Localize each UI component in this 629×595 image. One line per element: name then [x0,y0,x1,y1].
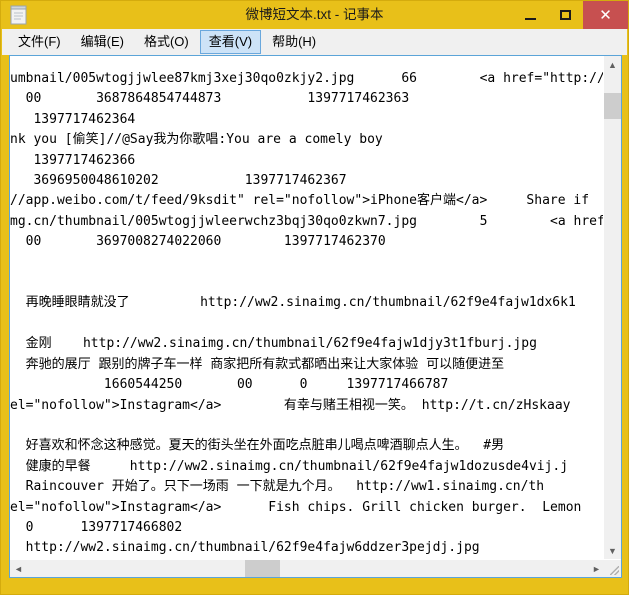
horizontal-scrollbar[interactable]: ◄ ► [10,559,621,577]
menu-item-format[interactable]: 格式(O) [135,30,198,54]
horizontal-scroll-thumb[interactable] [245,560,280,577]
menu-item-view[interactable]: 查看(V) [199,30,262,54]
scroll-left-arrow-icon[interactable]: ◄ [10,560,27,577]
menu-item-help[interactable]: 帮助(H) [263,30,325,54]
title-bar[interactable]: 微博短文本.txt - 记事本 ✕ [1,1,628,29]
menu-item-edit[interactable]: 编辑(E) [72,30,133,54]
close-button[interactable]: ✕ [583,1,628,29]
resize-grip-icon[interactable] [605,560,621,577]
window-controls: ✕ [513,1,628,29]
maximize-icon [560,10,571,20]
vertical-scroll-thumb[interactable] [604,93,621,119]
notepad-icon [10,5,28,25]
vertical-scrollbar[interactable]: ▲ ▼ [603,56,621,559]
scroll-down-arrow-icon[interactable]: ▼ [604,542,621,559]
scroll-up-arrow-icon[interactable]: ▲ [604,56,621,73]
horizontal-scroll-track[interactable] [27,560,588,577]
text-editor-area[interactable]: umbnail/005wtogjjwlee87kmj3xej30qo0zkjy2… [10,56,603,559]
maximize-button[interactable] [548,1,583,29]
vertical-scroll-track[interactable] [604,73,621,542]
menu-bar: 文件(F) 编辑(E) 格式(O) 查看(V) 帮助(H) [1,29,628,55]
notepad-window: 微博短文本.txt - 记事本 ✕ 文件(F) 编辑(E) 格式(O) 查看(V… [0,0,629,595]
editor-body: umbnail/005wtogjjwlee87kmj3xej30qo0zkjy2… [10,56,621,559]
close-icon: ✕ [599,6,612,24]
editor-container: umbnail/005wtogjjwlee87kmj3xej30qo0zkjy2… [9,55,622,578]
minimize-icon [525,17,536,20]
scroll-right-arrow-icon[interactable]: ► [588,560,605,577]
minimize-button[interactable] [513,1,548,29]
document-text[interactable]: umbnail/005wtogjjwlee87kmj3xej30qo0zkjy2… [10,69,603,559]
menu-item-file[interactable]: 文件(F) [9,30,70,54]
